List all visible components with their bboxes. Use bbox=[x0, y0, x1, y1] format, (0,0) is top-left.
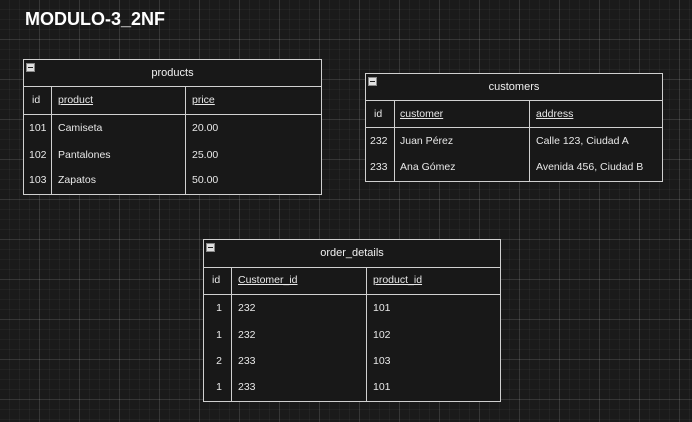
table-name: order_details bbox=[320, 247, 384, 259]
column-header-product: product bbox=[58, 94, 94, 106]
collapse-icon[interactable] bbox=[368, 77, 377, 86]
cell-product: Pantalones bbox=[58, 149, 111, 161]
column-divider bbox=[394, 101, 395, 181]
cell-id: 1 bbox=[216, 381, 222, 393]
cell-customer: Ana Gómez bbox=[400, 161, 456, 173]
diagram-title: MODULO-3_2NF bbox=[25, 9, 166, 29]
column-header-id: id bbox=[32, 94, 41, 106]
order-details-table-header[interactable]: order_details bbox=[204, 240, 500, 268]
cell-id: 1 bbox=[216, 302, 222, 314]
cell-product: Zapatos bbox=[58, 174, 96, 186]
cell-customer-id: 233 bbox=[238, 355, 256, 367]
cell-price: 50.00 bbox=[192, 174, 219, 186]
column-divider bbox=[231, 268, 232, 401]
table-name: products bbox=[151, 67, 194, 79]
cell-id: 232 bbox=[370, 135, 388, 147]
cell-product-id: 102 bbox=[373, 329, 391, 341]
cell-id: 103 bbox=[29, 174, 47, 186]
cell-address: Calle 123, Ciudad A bbox=[536, 135, 629, 147]
cell-price: 20.00 bbox=[192, 122, 219, 134]
cell-customer: Juan Pérez bbox=[400, 135, 454, 147]
cell-customer-id: 232 bbox=[238, 329, 256, 341]
cell-id: 102 bbox=[29, 149, 47, 161]
cell-product-id: 101 bbox=[373, 302, 391, 314]
cell-product: Camiseta bbox=[58, 122, 103, 134]
column-header-id: id bbox=[212, 274, 221, 286]
column-header-id: id bbox=[374, 108, 383, 120]
cell-customer-id: 233 bbox=[238, 381, 256, 393]
column-header-price: price bbox=[192, 94, 215, 106]
collapse-icon[interactable] bbox=[26, 63, 35, 72]
column-divider bbox=[366, 268, 367, 401]
cell-price: 25.00 bbox=[192, 149, 219, 161]
customers-table[interactable]: customers id customer address 232 Juan P… bbox=[365, 73, 663, 182]
cell-product-id: 101 bbox=[373, 381, 391, 393]
products-table[interactable]: products id product price 101 Camiseta 2… bbox=[23, 59, 322, 195]
column-header-address: address bbox=[536, 108, 574, 120]
cell-id: 1 bbox=[216, 329, 222, 341]
order-details-table[interactable]: order_details id Customer_id product_id … bbox=[203, 239, 501, 402]
column-header-customer-id: Customer_id bbox=[238, 274, 298, 286]
table-name: customers bbox=[488, 81, 540, 93]
cell-id: 101 bbox=[29, 122, 47, 134]
cell-address: Avenida 456, Ciudad B bbox=[536, 161, 644, 173]
column-header-product-id: product_id bbox=[373, 274, 423, 286]
column-divider bbox=[185, 87, 186, 194]
customers-table-header[interactable]: customers bbox=[366, 74, 662, 101]
products-table-header[interactable]: products bbox=[24, 60, 321, 87]
column-divider bbox=[51, 87, 52, 194]
cell-customer-id: 232 bbox=[238, 302, 256, 314]
cell-product-id: 103 bbox=[373, 355, 391, 367]
cell-id: 2 bbox=[216, 355, 222, 367]
cell-id: 233 bbox=[370, 161, 388, 173]
column-divider bbox=[529, 101, 530, 181]
column-header-customer: customer bbox=[400, 108, 444, 120]
collapse-icon[interactable] bbox=[206, 243, 215, 252]
